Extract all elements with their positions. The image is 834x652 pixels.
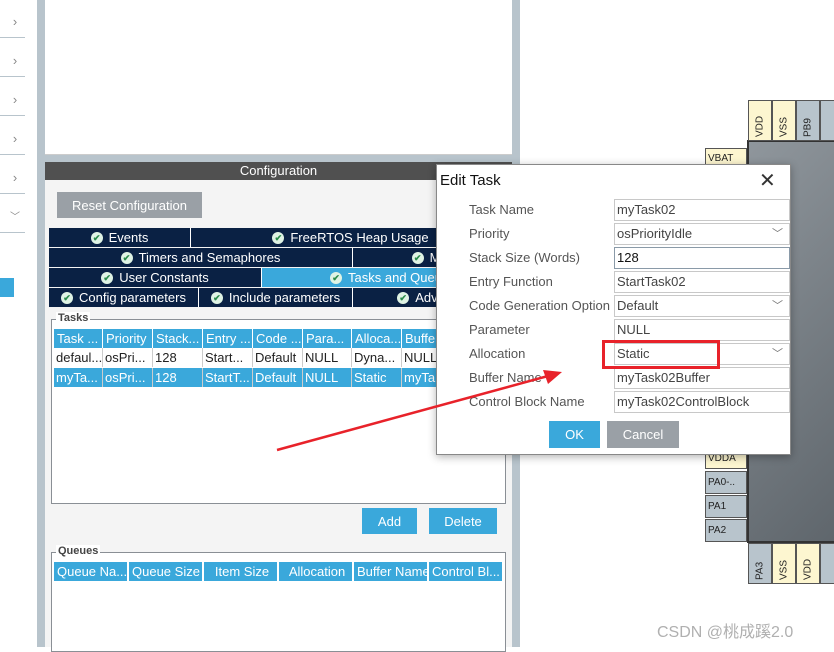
arrow-line [276, 374, 549, 452]
watermark: CSDN @桃成蹊2.0 [657, 624, 794, 641]
arrow-head [543, 370, 562, 384]
annotation-arrow [276, 370, 562, 452]
